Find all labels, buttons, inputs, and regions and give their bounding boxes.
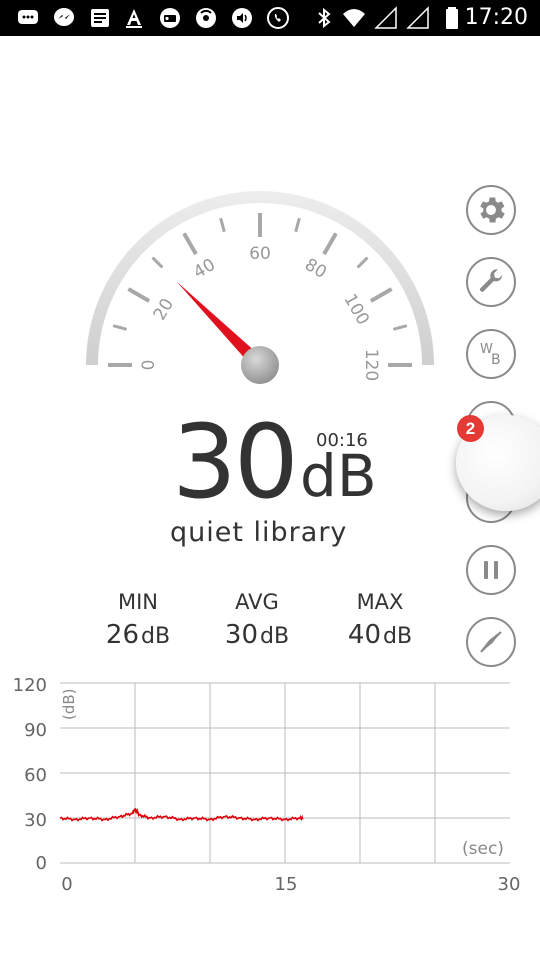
min-value: 26: [105, 620, 140, 650]
signal-app-icon: [196, 8, 216, 28]
svg-text:B: B: [491, 352, 501, 368]
gauge-label: 20: [150, 295, 178, 324]
gauge-label: 80: [301, 255, 330, 283]
news-icon: [91, 9, 109, 27]
pause-icon: [484, 561, 498, 579]
gauge-label: 0: [139, 360, 159, 371]
max-label: MAX: [356, 590, 404, 614]
min-stat: MIN 26dB: [78, 590, 198, 650]
max-value-row: 40dB: [320, 620, 440, 650]
whatsapp-icon: [267, 7, 289, 29]
gauge-tick: [322, 232, 338, 256]
settings-button[interactable]: [466, 185, 516, 235]
compass-icon: [480, 631, 502, 653]
gauge-tick: [356, 256, 369, 269]
y-axis-unit: (dB): [60, 688, 78, 720]
cell-signal-icon: [374, 6, 397, 29]
pause-button[interactable]: [466, 545, 516, 595]
x-tick-label: 0: [61, 874, 72, 895]
y-tick-label: 60: [24, 765, 47, 786]
min-value-row: 26dB: [78, 620, 198, 650]
y-tick-label: 90: [24, 720, 47, 741]
battery-icon: [446, 7, 458, 29]
notification-badge: 2: [457, 415, 484, 442]
audio-icon: [232, 8, 252, 28]
avg-value-row: 30dB: [197, 620, 317, 650]
y-axis-ticks: 120 90 60 30 0: [13, 675, 47, 874]
min-unit: dB: [141, 624, 171, 649]
gauge-tick: [369, 287, 393, 303]
avg-value: 30: [224, 620, 259, 650]
gauge-hub: [241, 346, 279, 384]
y-tick-label: 0: [36, 853, 47, 874]
compass-button[interactable]: [466, 617, 516, 667]
x-axis-ticks: 0 15 30: [61, 874, 520, 895]
max-unit: dB: [383, 624, 413, 649]
gauge-tick: [182, 232, 198, 256]
radio-icon: [160, 8, 180, 28]
sound-level-line: [59, 807, 304, 822]
gauge-label: 40: [190, 255, 219, 283]
gauge-tick: [392, 324, 408, 331]
chart-grid: [60, 682, 510, 864]
gauge-tick: [151, 256, 164, 269]
weighting-icon: W B: [480, 342, 501, 368]
y-tick-label: 30: [24, 810, 47, 831]
gear-icon: [480, 197, 505, 223]
bluetooth-icon: [318, 7, 331, 29]
clock: 17:20: [464, 5, 528, 30]
gauge-tick: [219, 217, 226, 233]
gauge-label: 120: [361, 349, 381, 381]
gauge-label: 100: [339, 290, 373, 328]
avg-unit: dB: [260, 624, 290, 649]
wifi-icon: [343, 9, 365, 27]
x-axis-unit: (sec): [462, 839, 504, 859]
tools-button[interactable]: [466, 257, 516, 307]
chat-icon: [18, 10, 38, 24]
x-tick-label: 30: [498, 874, 521, 895]
y-tick-label: 120: [13, 675, 47, 696]
cell-signal-icon: [406, 6, 429, 29]
gauge-tick: [294, 217, 301, 233]
gauge-tick: [127, 287, 151, 303]
status-bar: 17:20: [0, 0, 540, 36]
elapsed-timer: 00:16: [316, 430, 368, 451]
avg-stat: AVG 30dB: [197, 590, 317, 650]
gauge-label: 60: [249, 244, 271, 264]
min-label: MIN: [117, 590, 159, 614]
noise-description: quiet library: [170, 517, 348, 548]
max-value: 40: [347, 620, 382, 650]
wrench-icon: [479, 269, 503, 292]
gauge-tick: [112, 324, 128, 331]
messenger-icon: [54, 8, 74, 26]
decibel-reading: 30: [172, 403, 299, 522]
avg-label: AVG: [235, 590, 279, 614]
weighting-button[interactable]: W B: [466, 329, 516, 379]
max-stat: MAX 40dB: [320, 590, 440, 650]
decibel-unit: dB: [300, 442, 377, 510]
history-chart: 120 90 60 30 0 0 15 30 (dB) (sec): [13, 675, 521, 895]
font-icon: [126, 9, 142, 28]
x-tick-label: 15: [275, 874, 298, 895]
decibel-gauge: 0 20 40 60 80 100 120: [86, 191, 434, 384]
